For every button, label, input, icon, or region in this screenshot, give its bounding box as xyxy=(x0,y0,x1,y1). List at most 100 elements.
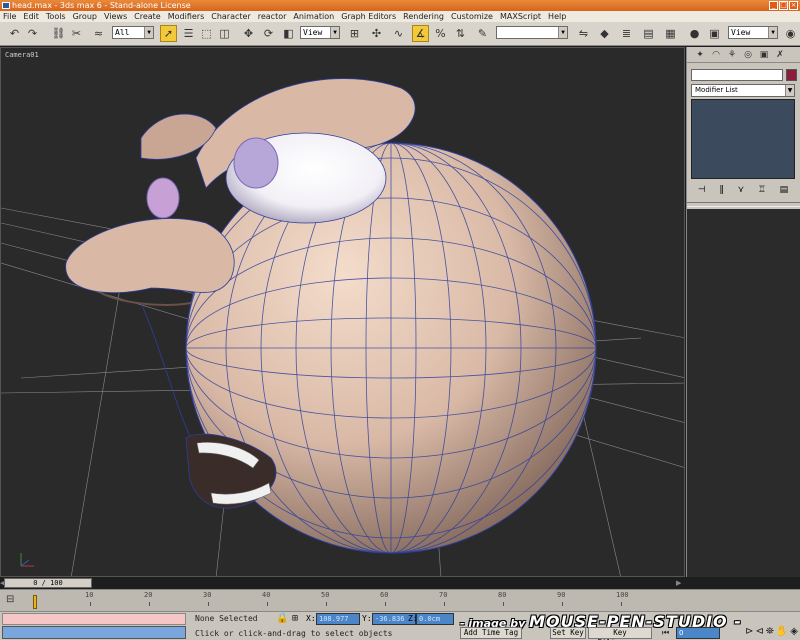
command-panel: ✦ ◠ ⚘ ◎ ▣ ✗ Modifier List ▼ ⊣ ‖ ⋎ ♖ ▤ xyxy=(686,47,800,577)
snap-toggle-icon[interactable]: ∿ xyxy=(390,25,407,42)
absolute-mode-icon[interactable]: ⊞ xyxy=(292,613,298,624)
orbit-icon[interactable]: ◈ xyxy=(790,626,798,637)
hierarchy-tab-icon[interactable]: ⚘ xyxy=(725,49,739,61)
scale-icon[interactable]: ◧ xyxy=(280,25,297,42)
ruler-tick xyxy=(326,602,327,606)
create-tab-icon[interactable]: ✦ xyxy=(693,49,707,61)
coord-z-field[interactable]: 0.0cm xyxy=(416,613,454,625)
move-icon[interactable]: ✥ xyxy=(240,25,257,42)
coord-y-label: Y: xyxy=(362,614,372,623)
spinner-snap-icon[interactable]: ⇅ xyxy=(452,25,469,42)
lock-selection-icon[interactable]: 🔒 xyxy=(276,613,288,624)
zoom-all-icon[interactable]: ⊲ xyxy=(755,626,763,637)
key-filters-button[interactable]: Key Filters... xyxy=(588,627,652,640)
maxscript-listener-input[interactable] xyxy=(2,613,186,625)
current-frame-field[interactable]: 0 xyxy=(676,627,720,639)
maximize-button[interactable]: □ xyxy=(779,1,788,10)
menu-character[interactable]: Character xyxy=(211,12,251,21)
add-time-tag-button[interactable]: Add Time Tag xyxy=(460,627,522,639)
menu-customize[interactable]: Customize xyxy=(451,12,493,21)
open-mini-curve-editor-icon[interactable]: ⊟ xyxy=(6,594,14,605)
undo-icon[interactable]: ↶ xyxy=(6,25,23,42)
time-next-icon[interactable]: ▶ xyxy=(676,579,681,587)
rotate-icon[interactable]: ⟳ xyxy=(260,25,277,42)
camera-viewport[interactable]: Camera01 xyxy=(0,47,685,577)
pivot-center-icon[interactable]: ⊞ xyxy=(346,25,363,42)
zoom-icon[interactable]: ⊳ xyxy=(745,626,753,637)
ruler-tick-label: 20 xyxy=(144,591,153,599)
menu-maxscript[interactable]: MAXScript xyxy=(500,12,541,21)
window-title: head.max - 3ds max 6 - Stand-alone Licen… xyxy=(12,1,191,10)
ruler-tick-label: 100 xyxy=(616,591,629,599)
rectangular-selection-icon[interactable]: ⬚ xyxy=(198,25,215,42)
menu-rendering[interactable]: Rendering xyxy=(403,12,444,21)
layer-manager-icon[interactable]: ≣ xyxy=(618,25,635,42)
ruler-tick xyxy=(267,602,268,606)
close-button[interactable]: × xyxy=(789,1,798,10)
curve-editor-icon[interactable]: ▤ xyxy=(640,25,657,42)
modifier-list-dropdown[interactable]: Modifier List ▼ xyxy=(691,84,795,97)
render-type-dropdown[interactable]: View ▼ xyxy=(728,26,778,39)
edit-named-selection-icon[interactable]: ✎ xyxy=(474,25,491,42)
reference-coordinate-dropdown[interactable]: View ▼ xyxy=(300,26,340,39)
menu-tools[interactable]: Tools xyxy=(46,12,66,21)
schematic-view-icon[interactable]: ▦ xyxy=(662,25,679,42)
modifier-stack[interactable] xyxy=(691,99,795,179)
field-of-view-icon[interactable]: ⛯ xyxy=(766,626,774,637)
remove-modifier-icon[interactable]: ♖ xyxy=(758,185,766,195)
eye-left xyxy=(146,177,180,219)
percent-snap-icon[interactable]: % xyxy=(432,25,449,42)
menu-create[interactable]: Create xyxy=(134,12,161,21)
redo-icon[interactable]: ↷ xyxy=(24,25,41,42)
object-name-field[interactable] xyxy=(691,69,783,81)
ruler-tick-label: 50 xyxy=(321,591,330,599)
track-bar[interactable]: ⊟ 10 20 30 40 50 60 70 80 90 100 xyxy=(0,589,800,611)
align-icon[interactable]: ◆ xyxy=(596,25,613,42)
utilities-tab-icon[interactable]: ✗ xyxy=(773,49,787,61)
bind-space-warp-icon[interactable]: ≈ xyxy=(90,25,107,42)
select-link-icon[interactable]: ⛓ xyxy=(50,25,67,42)
mirror-icon[interactable]: ⇋ xyxy=(575,25,592,42)
unlink-icon[interactable]: ✂ xyxy=(68,25,85,42)
pin-stack-icon[interactable]: ⊣ xyxy=(698,185,706,195)
material-editor-icon[interactable]: ● xyxy=(686,25,703,42)
render-scene-icon[interactable]: ▣ xyxy=(706,25,723,42)
menu-reactor[interactable]: reactor xyxy=(258,12,287,21)
make-unique-icon[interactable]: ⋎ xyxy=(738,185,745,195)
motion-tab-icon[interactable]: ◎ xyxy=(741,49,755,61)
select-manipulate-icon[interactable]: ✣ xyxy=(368,25,385,42)
menu-animation[interactable]: Animation xyxy=(293,12,334,21)
set-key-button[interactable]: Set Key xyxy=(550,627,586,639)
time-slider[interactable]: ◀ 0 / 100 ▶ xyxy=(0,577,685,589)
quick-render-icon[interactable]: ◉ xyxy=(782,25,799,42)
display-tab-icon[interactable]: ▣ xyxy=(757,49,771,61)
ruler-tick xyxy=(149,602,150,606)
viewport-label[interactable]: Camera01 xyxy=(5,51,39,59)
ruler-tick xyxy=(621,602,622,606)
menu-file[interactable]: File xyxy=(3,12,16,21)
object-color-swatch[interactable] xyxy=(786,69,797,81)
menu-edit[interactable]: Edit xyxy=(23,12,39,21)
menu-help[interactable]: Help xyxy=(548,12,566,21)
angle-snap-icon[interactable]: ∡ xyxy=(412,25,429,42)
time-slider-thumb[interactable]: 0 / 100 xyxy=(4,578,92,588)
minimize-button[interactable]: _ xyxy=(769,1,778,10)
goto-start-icon[interactable]: ⏮ xyxy=(662,628,669,638)
window-crossing-icon[interactable]: ◫ xyxy=(216,25,233,42)
pan-icon[interactable]: ✋ xyxy=(776,626,788,637)
configure-sets-icon[interactable]: ▤ xyxy=(780,185,789,195)
show-end-result-icon[interactable]: ‖ xyxy=(719,185,724,195)
select-object-icon[interactable]: ➚ xyxy=(160,25,177,42)
menu-bar: File Edit Tools Group Views Create Modif… xyxy=(0,11,800,22)
menu-modifiers[interactable]: Modifiers xyxy=(168,12,205,21)
selection-filter-dropdown[interactable]: All ▼ xyxy=(112,26,154,39)
menu-group[interactable]: Group xyxy=(73,12,97,21)
menu-graph-editors[interactable]: Graph Editors xyxy=(341,12,396,21)
menu-views[interactable]: Views xyxy=(104,12,127,21)
select-by-name-icon[interactable]: ☰ xyxy=(180,25,197,42)
coord-x-field[interactable]: 108.977 xyxy=(316,613,360,625)
named-selection-set-dropdown[interactable]: ▼ xyxy=(496,26,568,39)
modify-tab-icon[interactable]: ◠ xyxy=(709,49,723,61)
maxscript-listener-output[interactable] xyxy=(2,626,186,639)
app-icon xyxy=(2,2,10,9)
